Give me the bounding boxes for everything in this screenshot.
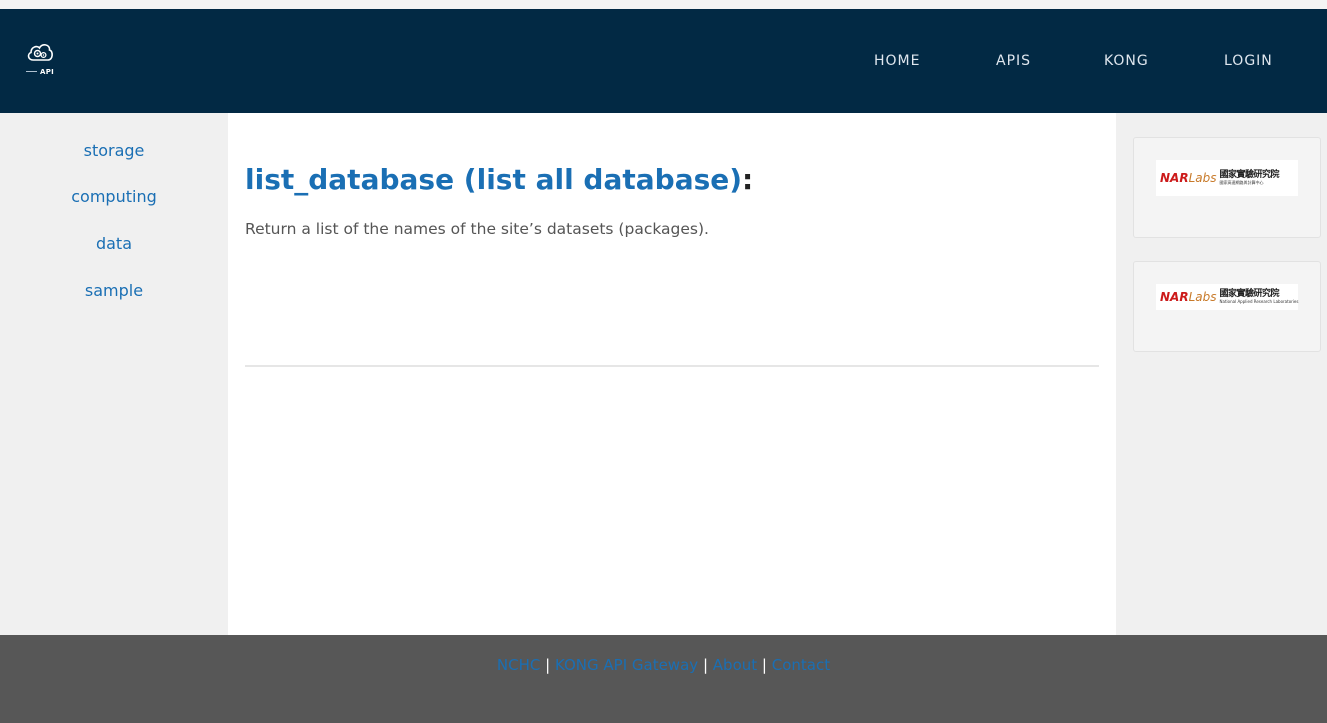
page-title-colon: : <box>742 163 754 196</box>
arrow-line-icon <box>26 71 37 72</box>
sidebar-item-storage[interactable]: storage <box>0 141 228 160</box>
logo-chinese-name: 國家實驗研究院 <box>1219 289 1280 299</box>
nav-kong[interactable]: KONG <box>1104 9 1149 113</box>
footer-separator: | <box>545 656 551 674</box>
logo-brand-nar: NAR <box>1160 171 1189 185</box>
footer: NCHC | KONG API Gateway | About | Contac… <box>0 635 1327 723</box>
partner-card-narlabs[interactable]: NAR Labs 國家實驗研究院 National Applied Resear… <box>1133 261 1321 352</box>
narlabs-nchc-logo: NAR Labs 國家實驗研究院 國家高速網路與計算中心 <box>1156 160 1298 196</box>
logo-brand-labs: Labs <box>1188 171 1217 185</box>
footer-link-kong[interactable]: KONG API Gateway <box>555 656 698 674</box>
top-strip <box>0 0 1327 9</box>
narlabs-logo: NAR Labs 國家實驗研究院 National Applied Resear… <box>1156 284 1298 310</box>
cloud-gears-icon <box>27 44 53 61</box>
sidebar-item-computing[interactable]: computing <box>0 187 228 206</box>
page-title: list_database (list all database): <box>245 163 753 196</box>
footer-link-about[interactable]: About <box>713 656 757 674</box>
page-title-text: list_database (list all database) <box>245 163 743 196</box>
footer-separator: | <box>702 656 708 674</box>
api-description: Return a list of the names of the site’s… <box>245 220 709 238</box>
logo-subtitle: 國家高速網路與計算中心 <box>1219 180 1264 185</box>
footer-separator: | <box>761 656 767 674</box>
logo-brand-nar: NAR <box>1160 290 1189 304</box>
nav-apis[interactable]: APIS <box>996 9 1031 113</box>
partner-sidebar: NAR Labs 國家實驗研究院 國家高速網路與計算中心 NAR Labs 國家… <box>1116 113 1327 635</box>
logo-text: API <box>40 68 55 76</box>
logo-chinese-name: 國家實驗研究院 <box>1219 170 1280 180</box>
logo-subtitle: National Applied Research Laboratories <box>1219 299 1299 304</box>
sidebar: storage computing data sample <box>0 113 228 635</box>
divider <box>245 365 1099 367</box>
sidebar-item-data[interactable]: data <box>0 234 228 253</box>
api-cloud-logo[interactable]: API <box>26 40 66 88</box>
footer-links: NCHC | KONG API Gateway | About | Contac… <box>0 656 1327 674</box>
nav-login[interactable]: LOGIN <box>1224 9 1273 113</box>
logo-brand-labs: Labs <box>1188 290 1217 304</box>
nav-home[interactable]: HOME <box>874 9 920 113</box>
footer-link-nchc[interactable]: NCHC <box>497 656 540 674</box>
sidebar-item-sample[interactable]: sample <box>0 281 228 300</box>
partner-card-nchc[interactable]: NAR Labs 國家實驗研究院 國家高速網路與計算中心 <box>1133 137 1321 238</box>
navbar: API HOME APIS KONG LOGIN <box>0 9 1327 113</box>
main-content: list_database (list all database): Retur… <box>228 113 1116 635</box>
footer-link-contact[interactable]: Contact <box>772 656 830 674</box>
